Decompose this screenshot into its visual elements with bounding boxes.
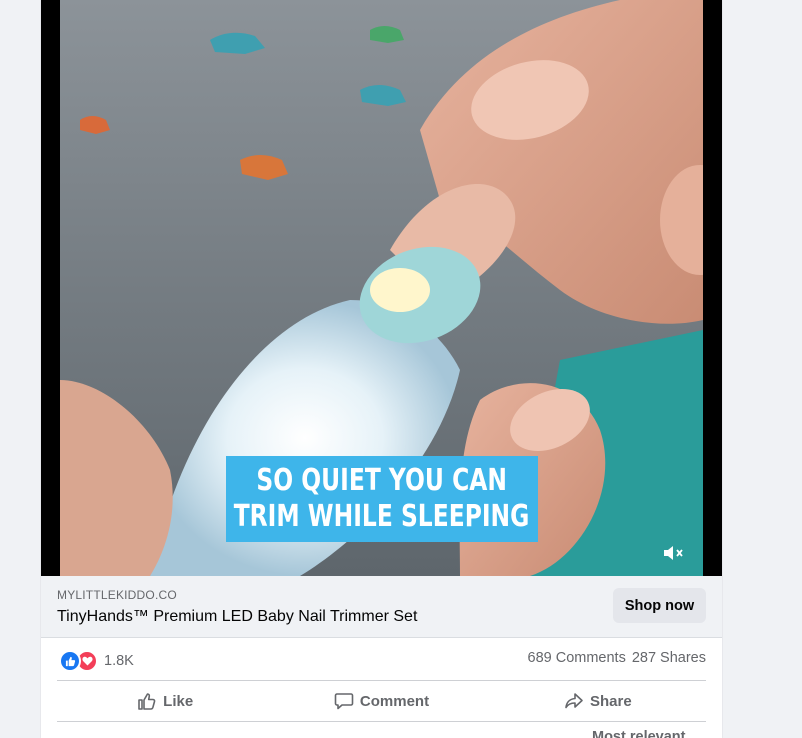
comments-sort-dropdown[interactable]: Most relevant (592, 729, 685, 738)
reaction-count: 1.8K (104, 653, 134, 669)
comment-button[interactable]: Comment (273, 681, 489, 721)
engagement-counts: 689 Comments 287 Shares (528, 650, 707, 666)
shares-count[interactable]: 287 Shares (632, 650, 706, 666)
link-title[interactable]: TinyHands™ Premium LED Baby Nail Trimmer… (57, 608, 417, 626)
post-stats: 1.8K 689 Comments 287 Shares (57, 638, 706, 681)
video-frame[interactable]: SO QUIET YOU CAN TRIM WHILE SLEEPING (60, 0, 703, 576)
mute-button[interactable] (661, 542, 687, 564)
thumbs-up-icon (138, 693, 156, 710)
comment-label: Comment (359, 692, 430, 710)
feed-post: SO QUIET YOU CAN TRIM WHILE SLEEPING MYL… (41, 0, 722, 738)
reactions-summary[interactable]: 1.8K (59, 650, 134, 672)
like-reaction-icon (59, 650, 81, 672)
caption-line-1: SO QUIET YOU CAN (256, 463, 508, 498)
share-icon (565, 693, 583, 709)
share-button[interactable]: Share (490, 681, 706, 721)
shop-now-button[interactable]: Shop now (613, 588, 706, 623)
comments-count[interactable]: 689 Comments (528, 650, 626, 666)
video-player[interactable]: SO QUIET YOU CAN TRIM WHILE SLEEPING (41, 0, 722, 576)
post-actions: Like Comment Share (57, 681, 706, 722)
comment-icon (334, 693, 354, 710)
link-domain: MYLITTLEKIDDO.CO (57, 588, 177, 602)
like-button[interactable]: Like (57, 681, 273, 721)
share-label: Share (589, 692, 632, 710)
caption-line-2: TRIM WHILE SLEEPING (234, 499, 530, 534)
speaker-muted-icon (664, 546, 683, 560)
link-preview[interactable]: MYLITTLEKIDDO.CO TinyHands™ Premium LED … (41, 576, 722, 638)
video-caption: SO QUIET YOU CAN TRIM WHILE SLEEPING (226, 456, 538, 542)
like-label: Like (163, 692, 194, 710)
